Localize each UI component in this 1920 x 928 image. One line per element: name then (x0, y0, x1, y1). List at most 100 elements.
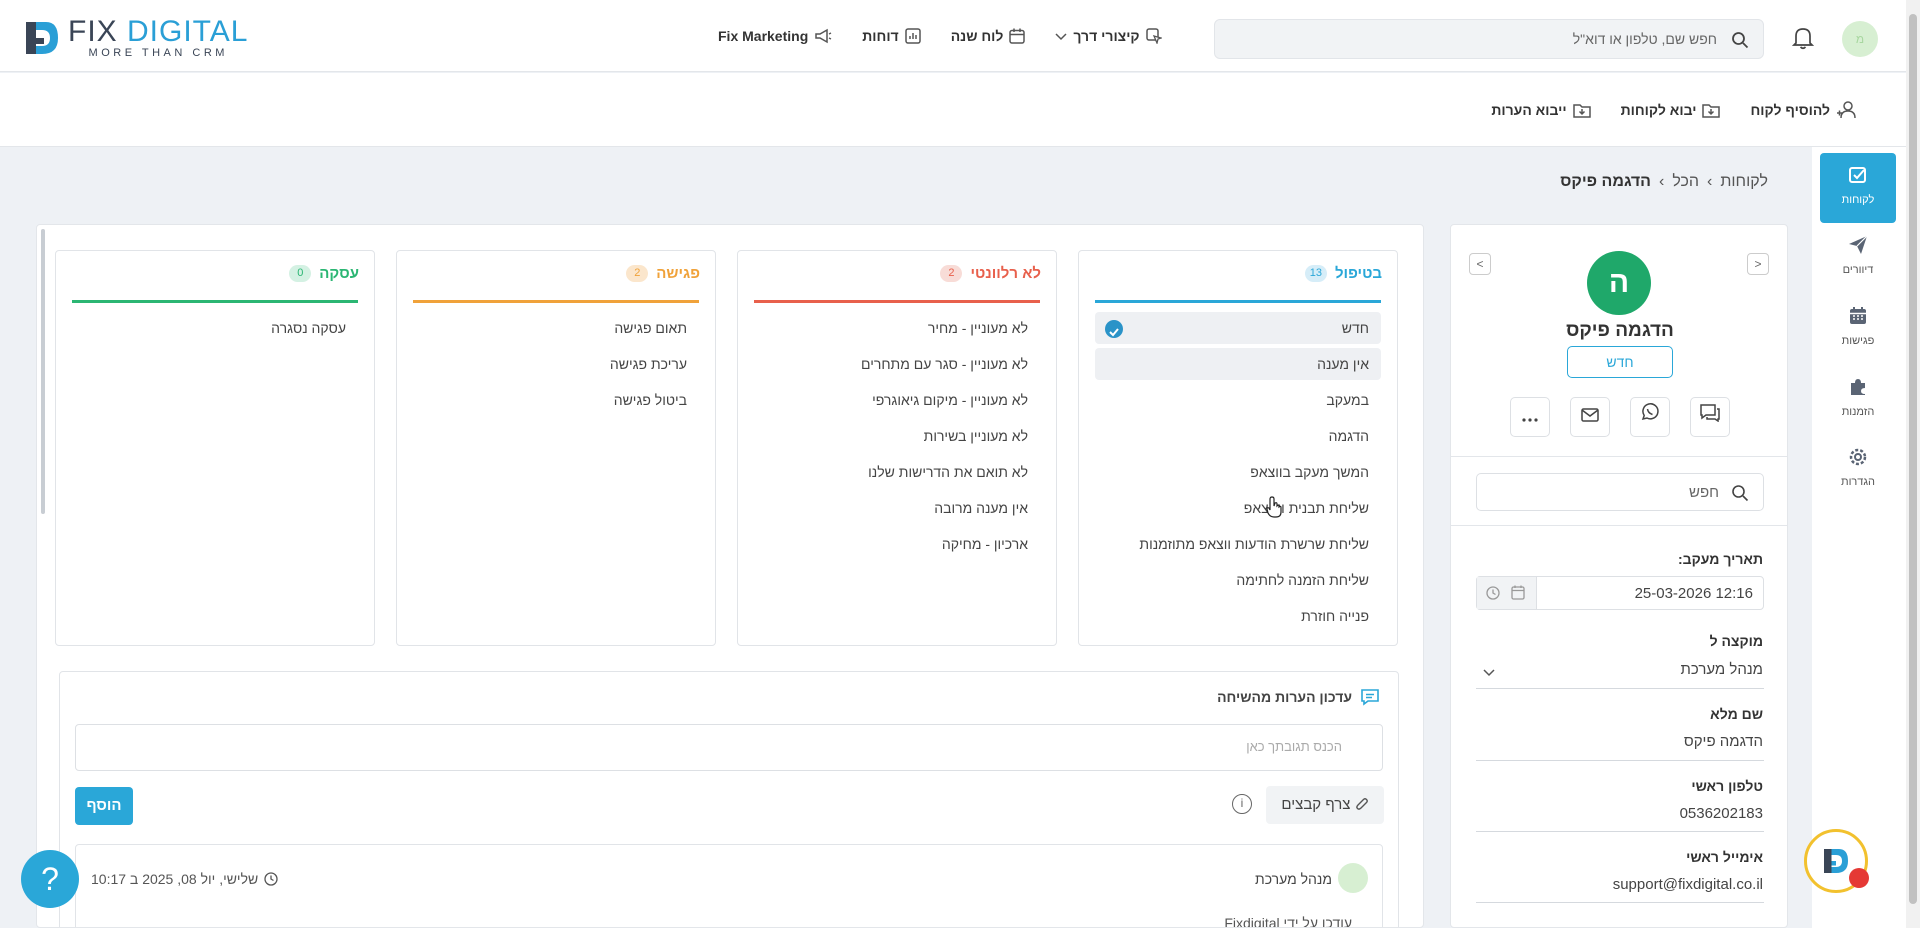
status-option[interactable]: לא מעוניין - סגר עם מתחרים (754, 348, 1040, 380)
status-option[interactable]: אין מענה (1095, 348, 1381, 380)
status-option[interactable]: ביטול פגישה (413, 384, 699, 416)
sidebar-item-orders[interactable]: הזמנות (1820, 365, 1896, 435)
sidebar-item-customers-label: לקוחות (1841, 194, 1875, 206)
status-option[interactable]: במעקב (1095, 384, 1381, 416)
status-option[interactable]: אין מענה מרובה (754, 492, 1040, 524)
column-header[interactable]: לא רלוונטי 2 (940, 265, 1041, 282)
date-picker-icons[interactable] (1477, 577, 1537, 609)
info-icon[interactable]: i (1232, 794, 1252, 814)
global-search-input[interactable]: חפש שם, טלפון או דוא"ל (1214, 19, 1764, 59)
nav-reports[interactable]: דוחות (862, 28, 921, 44)
column-title: פגישה (656, 265, 700, 282)
full-name-value[interactable]: הדגמה פיקס (1684, 733, 1763, 750)
column-color-bar (72, 300, 358, 303)
attach-files-button[interactable]: צרף קבצים (1266, 786, 1384, 824)
import-notes-icon (1572, 104, 1591, 118)
nav-shortcuts[interactable]: קיצורי דרך (1055, 28, 1162, 44)
sidebar-item-meetings-label: פגישות (1841, 335, 1875, 347)
status-option[interactable]: שליחת תבנית וואצאפ (1095, 492, 1381, 524)
import-notes-button[interactable]: ייבוא הערות (1491, 101, 1591, 119)
status-option[interactable]: לא תואם את הדרישות שלנו (754, 456, 1040, 488)
panel-scrollbar[interactable] (41, 229, 45, 514)
sidebar-item-settings-label: הגדרות (1840, 476, 1876, 488)
breadcrumb-customers[interactable]: לקוחות (1720, 173, 1768, 191)
column-title: בטיפול (1334, 265, 1382, 282)
help-button[interactable]: ? (21, 850, 79, 908)
column-header[interactable]: בטיפול 13 (1304, 265, 1382, 282)
status-option[interactable]: לא מעוניין - מיקום גיאוגרפי (754, 384, 1040, 416)
global-search-placeholder: חפש שם, טלפון או דוא"ל (1572, 31, 1717, 47)
more-actions-button[interactable] (1510, 397, 1550, 437)
pipeline-column: עסקה 0 עסקה נסגרה (55, 250, 375, 646)
clock-icon (264, 872, 278, 886)
assigned-to-value[interactable]: מנהל מערכת (1681, 661, 1763, 678)
nav-calendar[interactable]: לוח שנה (951, 28, 1026, 44)
checkbox-icon (1849, 167, 1866, 183)
logo-mark-icon (1824, 849, 1848, 873)
chat-widget-button[interactable] (1804, 829, 1869, 893)
status-option-label: עריכת פגישה (609, 356, 687, 372)
add-note-button[interactable]: הוסף (75, 787, 133, 825)
nav-fix-marketing[interactable]: Fix Marketing (718, 28, 832, 44)
main-nav: Fix Marketing דוחות לוח שנה קיצורי דרך (718, 28, 1162, 44)
status-option[interactable]: פנייה חוזרת (1095, 600, 1381, 632)
status-option[interactable]: לא מעוניין - מחיר (754, 312, 1040, 344)
bell-icon[interactable] (1792, 26, 1814, 50)
contact-avatar: ה (1587, 251, 1651, 315)
contact-status-button[interactable]: חדש (1567, 346, 1673, 378)
sidebar-item-mailings[interactable]: דיוורים (1820, 223, 1896, 293)
paperclip-icon (1355, 798, 1368, 810)
add-customer-button[interactable]: להוסיף לקוח (1750, 101, 1856, 119)
main-email-value[interactable]: support@fixdigital.co.il (1613, 876, 1763, 893)
breadcrumb-all[interactable]: הכל (1672, 173, 1699, 191)
column-header[interactable]: עסקה 0 (289, 265, 359, 282)
attach-files-label: צרף קבצים (1281, 796, 1351, 813)
note-timestamp: שלישי, יול 08, 2025 ב 10:17 (91, 871, 259, 887)
chat-button[interactable] (1690, 397, 1730, 437)
chevron-down-icon[interactable] (1483, 669, 1495, 677)
status-option[interactable]: עסקה נסגרה (72, 312, 358, 344)
field-underline (1476, 760, 1764, 761)
sidebar-item-settings[interactable]: הגדרות (1820, 435, 1896, 505)
email-button[interactable] (1570, 397, 1610, 437)
import-customers-label: יבוא לקוחות (1620, 102, 1697, 118)
user-avatar[interactable]: מ (1842, 21, 1878, 57)
sidebar-item-meetings[interactable]: פגישות (1820, 294, 1896, 364)
send-icon (1849, 235, 1868, 254)
status-option-label: המשך מעקב בווצאפ (1250, 464, 1369, 480)
main-phone-value[interactable]: 0536202183 (1680, 805, 1763, 822)
logo-text-right: DIGITAL (127, 15, 249, 48)
status-option-label: שליחת שרשרת הודעות ווצאפ מתוזמנות (1139, 536, 1369, 552)
page-scrollbar[interactable] (1906, 0, 1920, 928)
main-email-label: אימייל ראשי (1686, 849, 1763, 865)
next-contact-button[interactable]: > (1747, 253, 1769, 275)
mail-icon (1581, 408, 1599, 422)
logo-tagline: MORE THAN CRM (88, 47, 228, 59)
import-customers-button[interactable]: יבוא לקוחות (1621, 101, 1721, 119)
status-option[interactable]: שליחת הזמנה לחתימה (1095, 564, 1381, 596)
prev-contact-button[interactable]: < (1469, 253, 1491, 275)
contact-search-input[interactable]: חפש (1476, 473, 1764, 511)
followup-date-field[interactable]: 25-03-2026 12:16 (1476, 576, 1764, 610)
status-option[interactable]: חדש (1095, 312, 1381, 344)
status-option[interactable]: תאום פגישה (413, 312, 699, 344)
clock-icon (1486, 586, 1500, 600)
status-option[interactable]: שליחת שרשרת הודעות ווצאפ מתוזמנות (1095, 528, 1381, 560)
status-option-label: לא מעוניין - סגר עם מתחרים (860, 356, 1028, 372)
status-option[interactable]: הדגמה (1095, 420, 1381, 452)
note-textarea[interactable]: הכנס תגובתך כאן (75, 724, 1383, 771)
column-header[interactable]: פגישה 2 (626, 265, 700, 282)
scrollbar-thumb[interactable] (1909, 14, 1917, 904)
pipeline-column: בטיפול 13 חדש אין מענה במעקב הדגמה המשך מעקב ב… (1078, 250, 1398, 646)
status-option-label: אין מענה מרובה (934, 500, 1028, 516)
status-option[interactable]: המשך מעקב בווצאפ (1095, 456, 1381, 488)
status-option[interactable]: לא מעוניין בשירות (754, 420, 1040, 452)
status-option-label: לא תואם את הדרישות שלנו (868, 464, 1028, 480)
whatsapp-button[interactable] (1630, 397, 1670, 437)
status-option[interactable]: ארכיון - מחיקה (754, 528, 1040, 560)
status-option-label: שליחת הזמנה לחתימה (1236, 572, 1369, 588)
status-option[interactable]: עריכת פגישה (413, 348, 699, 380)
logo[interactable]: FIX DIGITAL MORE THAN CRM (22, 17, 248, 59)
sidebar-item-customers[interactable]: לקוחות (1820, 153, 1896, 223)
chat-icon (1700, 404, 1720, 423)
